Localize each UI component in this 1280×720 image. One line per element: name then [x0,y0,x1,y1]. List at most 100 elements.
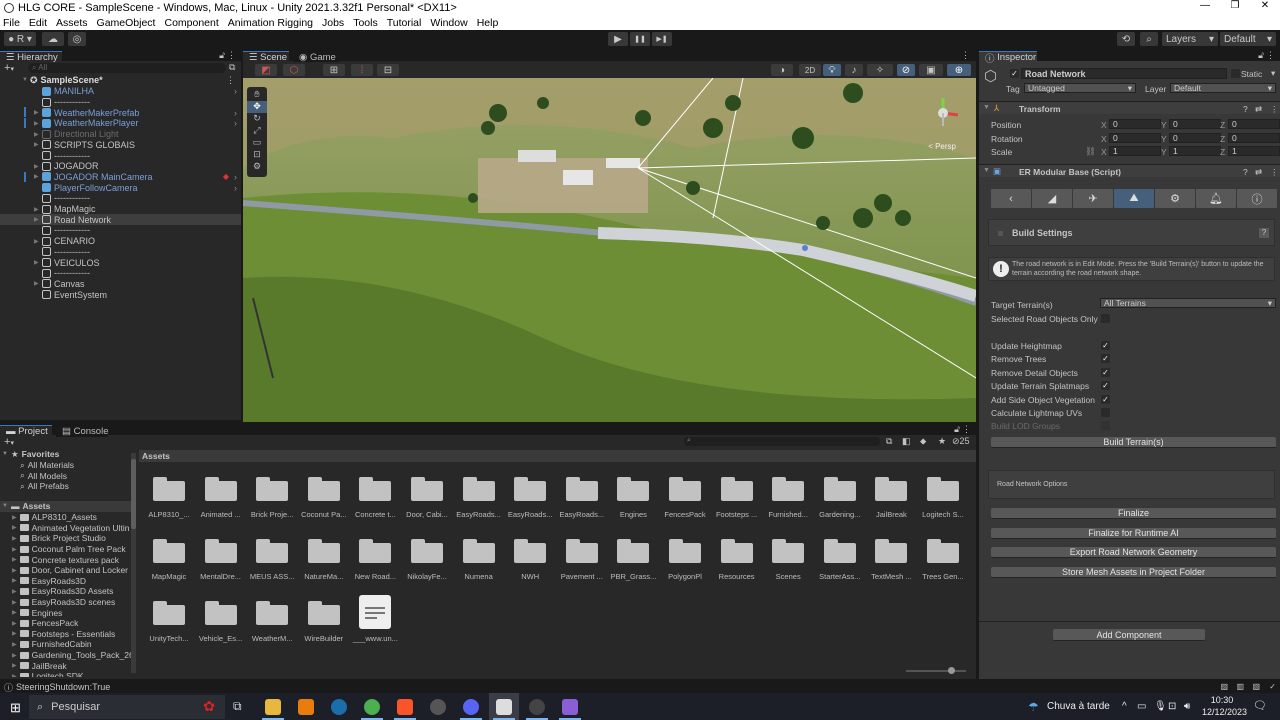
volume-icon[interactable]: 🔊︎ [1184,701,1190,712]
expand-arrow-icon[interactable]: ▶ [34,131,42,138]
layout-dropdown[interactable]: Default ▾ [1220,32,1276,46]
taskbar-app-davinci-resolve[interactable] [522,693,552,720]
hierarchy-item[interactable]: ------------ [0,247,241,258]
scene-menu-icon[interactable]: ⋮ [226,75,235,86]
asset-folder[interactable]: EasyRoads... [504,465,556,525]
asset-folder[interactable]: StarterAss... [814,527,866,587]
taskbar-app-unity[interactable] [489,693,519,720]
menu-assets[interactable]: Assets [56,17,88,29]
hierarchy-item[interactable]: ------------ [0,150,241,161]
lock-icon[interactable]: 🔓︎ [219,50,225,61]
chevron-right-icon[interactable]: › [234,172,237,182]
asset-folder[interactable]: PolygonPl [659,527,711,587]
component-menu-icon[interactable]: ⋮ [1270,104,1279,115]
asset-folder[interactable]: EasyRoads... [556,465,608,525]
action-finalize-for-runtime-ai-button[interactable]: Finalize for Runtime AI [991,527,1276,539]
expand-arrow-icon[interactable]: ▶ [34,206,42,213]
asset-folder[interactable]: UnityTech... [143,589,195,649]
menu-animation-rigging[interactable]: Animation Rigging [228,17,313,29]
scale-tool-icon[interactable]: ⤢ [247,125,267,137]
asset-folder[interactable]: Gardening... [814,465,866,525]
expand-arrow-icon[interactable]: ▶ [12,535,17,542]
expand-arrow-icon[interactable]: ▶ [34,109,42,116]
hierarchy-item[interactable]: ------------ [0,225,241,236]
asset-folder[interactable]: Vehicle_Es... [195,589,247,649]
asset-folder[interactable]: Numena [453,527,505,587]
asset-folder[interactable]: PBR_Grass... [607,527,659,587]
taskbar-app-blender[interactable] [291,693,321,720]
minimize-button[interactable]: — [1190,0,1220,11]
asset-folder[interactable]: Coconut Pa... [298,465,350,525]
favorite-item[interactable]: ⌕ All Materials [20,460,74,471]
more-options-icon[interactable]: ⋮ [227,50,236,61]
breadcrumb-assets[interactable]: Assets [142,451,170,461]
lock-icon[interactable]: 🔓︎ [954,424,960,435]
cache-icon[interactable]: ▥ [1236,682,1244,691]
expand-arrow-icon[interactable]: ▶ [34,120,42,127]
draw-mode-button[interactable]: ◩ [255,64,277,76]
close-button[interactable]: ✕ [1250,0,1280,11]
play-button[interactable]: ▶ [608,32,628,46]
collab-button[interactable]: ◎ [68,32,86,46]
windows-start-icon[interactable]: ⊞ [10,700,21,716]
asset-folder-item[interactable]: ▶ Coconut Palm Tree Pack [12,544,126,555]
camera-settings-button[interactable]: ▣ [919,64,943,76]
expand-arrow-icon[interactable]: ▶ [12,641,17,648]
layers-dropdown[interactable]: Layers ▾ [1162,32,1218,46]
expand-arrow-icon[interactable]: ▶ [12,652,17,659]
task-view-icon[interactable]: ⧉ [233,699,242,714]
asset-folder[interactable]: TextMesh ... [865,527,917,587]
asset-folder[interactable]: Logitech S... [917,465,969,525]
expand-arrow-icon[interactable]: ▶ [12,514,17,521]
hierarchy-item[interactable]: ▶ Directional Light [0,129,241,140]
search-button[interactable]: ⌕ [1140,32,1158,46]
expand-arrow-icon[interactable]: ▶ [12,588,17,595]
menu-tools[interactable]: Tools [353,17,378,29]
cloud-button[interactable]: ☁ [42,32,64,46]
menu-window[interactable]: Window [430,17,467,29]
asset-folder[interactable]: MEUS ASS... [246,527,298,587]
asset-folder[interactable]: WireBuilder [298,589,350,649]
layer-dropdown[interactable]: Default ▾ [1170,83,1276,93]
more-options-icon[interactable]: ⋮ [962,424,971,435]
hierarchy-item[interactable]: ▶ JOGADOR [0,161,241,172]
rotate-tool-icon[interactable]: ↻ [247,113,267,125]
expand-arrow-icon[interactable]: ▶ [34,238,42,245]
hierarchy-item[interactable]: PlayerFollowCamera › [0,182,241,193]
asset-folder[interactable]: Door, Cabi... [401,465,453,525]
asset-folder[interactable]: Engines [607,465,659,525]
asset-folder-item[interactable]: ▶ Engines [12,607,62,618]
tool-bell-button[interactable]: 🔔︎ [1196,189,1236,208]
taskbar-search[interactable]: ⌕ Pesquisar ✿ [29,695,225,719]
maximize-button[interactable]: ❐ [1220,0,1250,11]
orientation-button[interactable]: ◑ [771,64,793,76]
asset-folder[interactable]: MentalDre... [195,527,247,587]
weather-text[interactable]: Chuva à tarde [1047,701,1110,712]
option-checkbox[interactable]: ✓ [1101,381,1110,391]
chevron-right-icon[interactable]: › [234,183,237,193]
asset-folder[interactable]: Footsteps ... [711,465,763,525]
more-options-icon[interactable]: ⋮ [1266,50,1275,61]
expand-arrow-icon[interactable]: ▶ [12,577,17,584]
road-network-options-section[interactable]: Road Network Options [988,470,1275,499]
asset-folder-item[interactable]: ▶ Footsteps - Essentials [12,629,115,640]
tray-overflow-icon[interactable]: ^ [1122,701,1127,712]
collapse-arrow-icon[interactable]: ▼ [983,167,990,174]
help-icon[interactable]: ? [1243,104,1248,114]
custom-tool-icon[interactable]: ⚙ [247,161,267,173]
chevron-right-icon[interactable]: › [234,86,237,96]
object-name-field[interactable]: Road Network [1021,68,1227,79]
project-search-input[interactable]: ⌕ [684,437,880,446]
favorite-item[interactable]: ⌕ All Prefabs [20,481,69,492]
asset-folder[interactable]: Scenes [762,527,814,587]
constrain-proportions-icon[interactable]: ⛓ [1085,146,1096,157]
assets-header[interactable]: ▼ ▬ Assets [0,501,136,512]
asset-folder-item[interactable]: ▶ Logitech SDK [12,671,84,677]
asset-folder[interactable]: MapMagic [143,527,195,587]
expand-arrow-icon[interactable]: ▶ [12,620,17,627]
asset-folder[interactable]: Furnished... [762,465,814,525]
expand-arrow-icon[interactable]: ▶ [34,216,42,223]
hierarchy-item[interactable]: ▶ Canvas [0,279,241,290]
taskbar-app-chrome[interactable] [357,693,387,720]
rect-tool-icon[interactable]: ▭ [247,137,267,149]
